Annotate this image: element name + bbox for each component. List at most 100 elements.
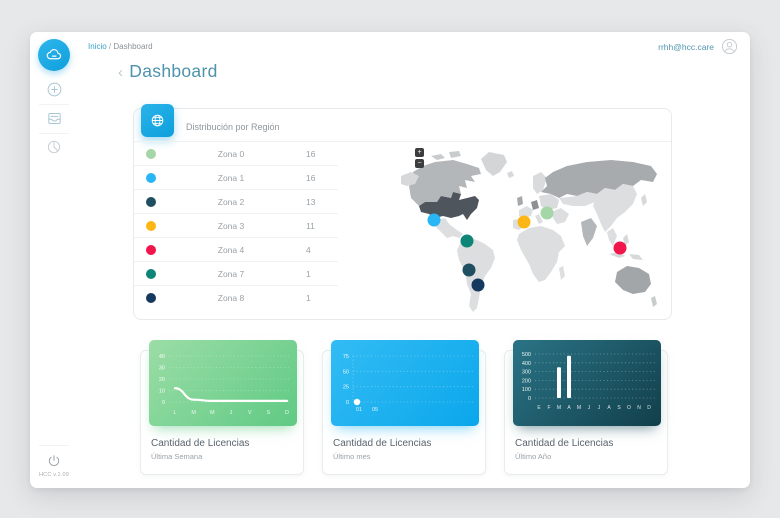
zone-label: Zona 0 (217, 148, 245, 159)
app-version: HCC v.1.09 (38, 472, 70, 478)
svg-text:20: 20 (159, 377, 165, 383)
sidebar-divider (39, 445, 69, 446)
page-title: ‹ Dashboard (118, 61, 218, 82)
svg-text:0: 0 (346, 400, 349, 406)
breadcrumb: Inicio / Dashboard (88, 42, 153, 51)
svg-text:200: 200 (522, 378, 531, 384)
sidebar-item-inbox[interactable] (45, 109, 63, 127)
month-scatter-chart: 75 50 25 0 01 05 (343, 354, 473, 413)
legend-row[interactable]: Zona 4 4 (134, 238, 338, 262)
breadcrumb-current: Dashboard (113, 42, 153, 51)
svg-text:400: 400 (522, 361, 531, 367)
legend-row[interactable]: Zona 0 16 (134, 142, 338, 166)
svg-text:D: D (647, 405, 651, 411)
svg-text:M: M (577, 405, 581, 411)
map-zoom-out-button[interactable]: − (415, 159, 424, 168)
svg-text:J: J (598, 405, 601, 411)
legend-row[interactable]: Zona 7 1 (134, 262, 338, 286)
desktop-background: HCC v.1.09 Inicio / Dashboard rrhh@hcc.c… (0, 0, 780, 518)
svg-text:J: J (230, 410, 233, 416)
card-subtitle: Último Año (515, 452, 552, 461)
zone-color-dot (146, 148, 156, 159)
legend-row[interactable]: Zona 1 16 (134, 166, 338, 190)
legend-row[interactable]: Zona 8 1 (134, 286, 338, 310)
zone-label: Zona 7 (217, 268, 245, 279)
globe-tile (141, 104, 174, 137)
card-title: Cantidad de Licencias (333, 438, 432, 449)
region-card-title: Distribución por Región (186, 122, 280, 132)
zone-value: 16 (306, 172, 316, 183)
region-distribution-card: Distribución por Región Zona 0 16 Zona 1 16… (133, 104, 672, 320)
svg-text:300: 300 (522, 370, 531, 376)
month-chart-panel: 75 50 25 0 01 05 (331, 340, 479, 426)
zone-label: Zona 1 (217, 172, 245, 183)
card-subtitle: Última Semana (151, 452, 203, 461)
zone-color-dot (146, 196, 156, 207)
svg-text:01: 01 (356, 407, 362, 413)
zone-label: Zona 3 (217, 220, 245, 231)
globe-icon (151, 114, 164, 127)
svg-text:V: V (248, 410, 252, 416)
zone-value: 16 (306, 148, 316, 159)
map-marker-zona-1[interactable] (427, 213, 441, 227)
app-window: HCC v.1.09 Inicio / Dashboard rrhh@hcc.c… (30, 32, 750, 488)
legend-row[interactable]: Zona 2 13 (134, 190, 338, 214)
map-marker-zona-2[interactable] (462, 263, 476, 277)
week-line-chart: 40 30 20 10 0 L M M J V S D (159, 354, 291, 416)
svg-text:50: 50 (343, 369, 349, 375)
map-zoom-in-button[interactable]: + (415, 148, 424, 157)
map-marker-zona-0[interactable] (540, 206, 554, 220)
svg-text:S: S (266, 410, 270, 416)
sidebar-item-add[interactable] (45, 80, 63, 98)
logout-button[interactable] (47, 454, 61, 468)
account-menu[interactable]: rrhh@hcc.care (658, 38, 738, 55)
card-subtitle: Último mes (333, 452, 371, 461)
back-chevron-icon[interactable]: ‹ (118, 64, 123, 81)
sidebar-divider (39, 133, 69, 134)
zone-color-dot (146, 220, 156, 231)
user-email: rrhh@hcc.care (658, 41, 714, 52)
page-title-text: Dashboard (129, 61, 218, 81)
svg-text:O: O (627, 405, 631, 411)
zone-color-dot (146, 268, 156, 279)
breadcrumb-home-link[interactable]: Inicio (88, 42, 107, 51)
world-map-graphic (401, 151, 657, 312)
card-title: Cantidad de Licencias (515, 438, 614, 449)
svg-text:S: S (617, 405, 621, 411)
svg-text:100: 100 (522, 387, 531, 393)
svg-text:J: J (588, 405, 591, 411)
breadcrumb-separator: / (108, 42, 112, 51)
svg-text:N: N (637, 405, 641, 411)
legend-row[interactable]: Zona 3 11 (134, 214, 338, 238)
cloud-icon (46, 49, 62, 60)
zone-value: 11 (306, 220, 315, 231)
licenses-week-card[interactable]: 40 30 20 10 0 L M M J V S D Cantidad de Licencias Ú… (140, 340, 304, 475)
map-marker-zona-3[interactable] (517, 215, 531, 229)
map-zoom-controls: + − (415, 148, 424, 170)
user-avatar-icon[interactable] (721, 38, 738, 55)
week-chart-panel: 40 30 20 10 0 L M M J V S D (149, 340, 297, 426)
licenses-month-card[interactable]: 75 50 25 0 01 05 Cantidad de Licencias Último… (322, 340, 486, 475)
plus-circle-icon (47, 82, 61, 96)
year-chart-panel: 500 400 300 200 100 0 E F M A M J J A S O N D (513, 340, 661, 426)
map-marker-zona-8[interactable] (471, 278, 485, 292)
card-title: Cantidad de Licencias (151, 438, 250, 449)
svg-text:500: 500 (522, 352, 531, 358)
svg-text:05: 05 (372, 407, 378, 413)
zone-color-dot (146, 244, 156, 255)
sidebar-item-reports[interactable] (45, 138, 63, 156)
svg-text:0: 0 (528, 396, 531, 402)
map-marker-zona-7[interactable] (460, 234, 474, 248)
world-map[interactable]: + − (401, 146, 661, 316)
map-marker-zona-4[interactable] (613, 241, 627, 255)
zone-label: Zona 8 (217, 293, 245, 303)
svg-text:D: D (285, 410, 289, 416)
app-logo[interactable] (38, 39, 70, 71)
inbox-icon (47, 112, 61, 124)
sidebar: HCC v.1.09 (30, 32, 78, 488)
licenses-year-card[interactable]: 500 400 300 200 100 0 E F M A M J J A S O N D Cantidad de… (504, 340, 668, 475)
zone-value: 13 (306, 196, 316, 207)
zone-value: 4 (306, 244, 311, 255)
svg-text:25: 25 (343, 385, 349, 391)
svg-text:A: A (567, 405, 571, 411)
